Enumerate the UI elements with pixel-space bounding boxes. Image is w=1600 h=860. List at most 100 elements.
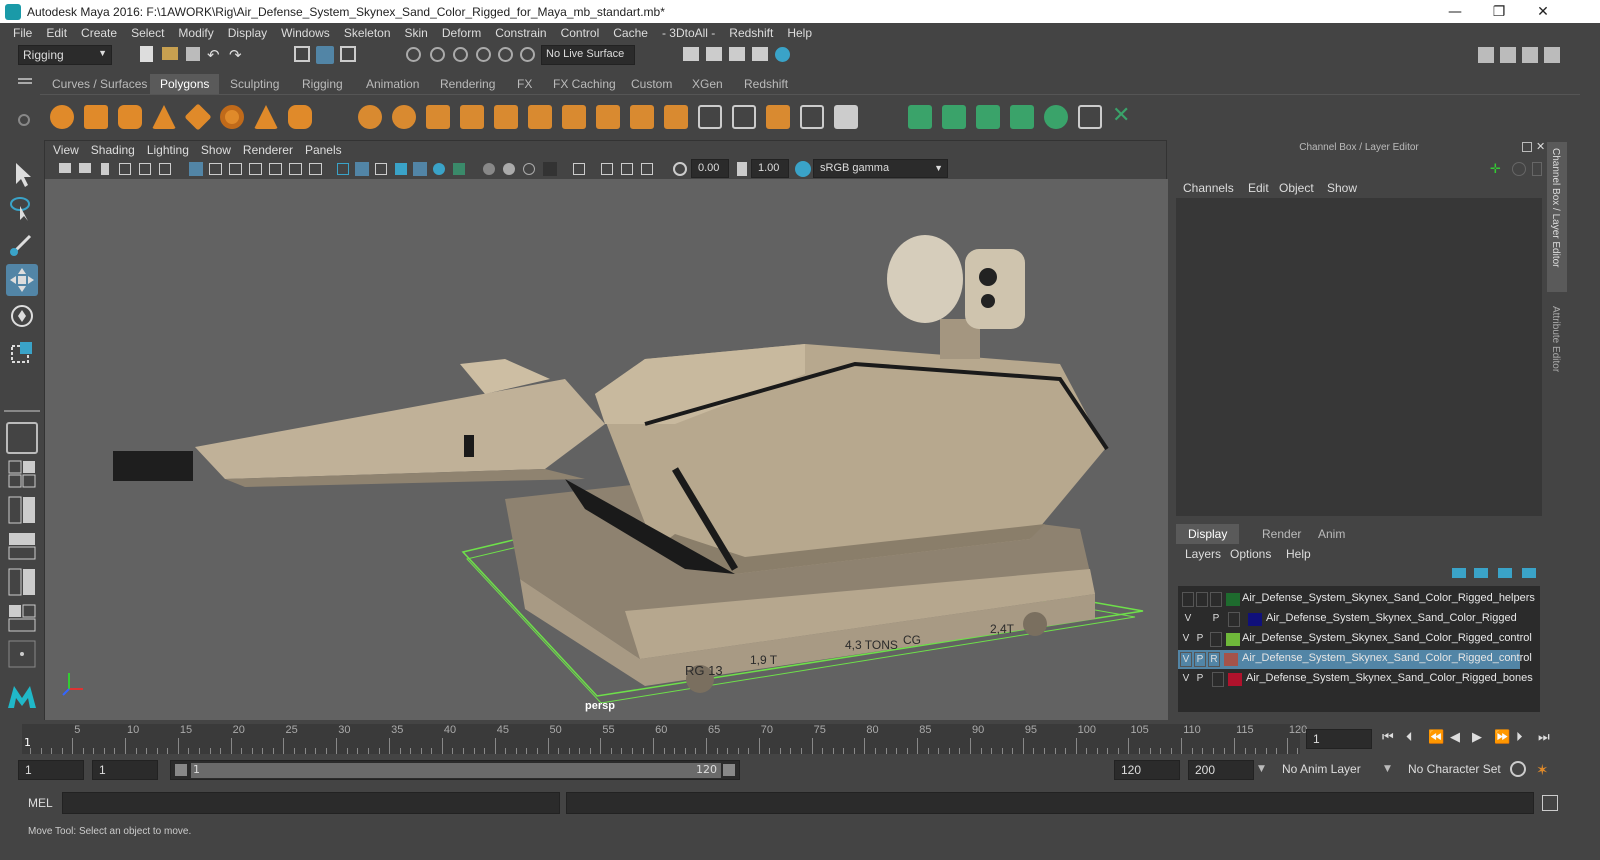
layer-color-swatch[interactable] <box>1226 593 1240 606</box>
use-all-lights-icon[interactable] <box>413 162 427 176</box>
current-frame-field[interactable]: 1 <box>1306 729 1372 749</box>
hypershade-layout-icon[interactable] <box>6 566 38 598</box>
separate-icon[interactable] <box>392 105 416 129</box>
new-layer-from-selection-icon[interactable] <box>1522 568 1536 578</box>
shelf-tab-curves[interactable]: Curves / Surfaces <box>42 74 157 94</box>
menu-redshift[interactable]: Redshift <box>722 26 780 40</box>
save-scene-icon[interactable] <box>186 47 200 61</box>
menuset-dropdown[interactable]: Rigging ▼ <box>18 45 112 65</box>
layout-menu-icon[interactable] <box>6 638 38 670</box>
textured-icon[interactable] <box>395 163 407 175</box>
range-slider[interactable]: 1 120 <box>170 760 740 780</box>
menu-3dtoall[interactable]: - 3DtoAll - <box>655 26 722 40</box>
layer-color-swatch[interactable] <box>1248 613 1262 626</box>
shelf-tab-rigging[interactable]: Rigging <box>292 74 353 94</box>
combine-icon[interactable] <box>358 105 382 129</box>
shelf-tab-redshift[interactable]: Redshift <box>734 74 798 94</box>
close-panel-icon[interactable]: ✕ <box>1536 140 1545 153</box>
layer-tab-anim[interactable]: Anim <box>1306 524 1357 544</box>
rotate-tool-icon[interactable] <box>6 300 38 332</box>
xray-components-icon[interactable] <box>621 163 633 175</box>
snap-view-plane-icon[interactable] <box>476 47 491 62</box>
go-to-start-icon[interactable]: ⏮ <box>1382 730 1394 745</box>
hud-icon[interactable] <box>641 163 653 175</box>
layer-playback-toggle[interactable]: P <box>1194 652 1206 667</box>
shelf-tab-sculpting[interactable]: Sculpting <box>220 74 289 94</box>
play-backwards-icon[interactable]: ◀ <box>1450 730 1460 745</box>
viewport-menu-shading[interactable]: Shading <box>91 143 143 157</box>
insert-edge-loop-icon[interactable] <box>732 105 756 129</box>
chevron-down-icon[interactable]: ▼ <box>1384 764 1391 774</box>
wireframe-icon[interactable] <box>337 163 349 175</box>
menu-create[interactable]: Create <box>74 26 124 40</box>
animation-end-field[interactable]: 200 <box>1188 760 1254 780</box>
ipr-render-icon[interactable] <box>729 47 745 61</box>
shelf-tab-xgen[interactable]: XGen <box>682 74 733 94</box>
layer-playback-toggle[interactable]: P <box>1194 632 1206 647</box>
snap-surface-icon[interactable] <box>520 47 535 62</box>
speed-icon[interactable] <box>1512 162 1526 176</box>
modeling-toolkit-icon[interactable] <box>1478 47 1494 63</box>
field-chart-icon[interactable] <box>269 163 282 175</box>
snap-grid-icon[interactable] <box>406 47 421 62</box>
maximize-button[interactable]: ❐ <box>1476 0 1522 23</box>
scale-tool-icon[interactable] <box>6 336 38 368</box>
manipulator-icon[interactable]: ✛ <box>1490 162 1504 177</box>
select-by-component-icon[interactable] <box>340 46 356 62</box>
viewport-menu-lighting[interactable]: Lighting <box>147 143 197 157</box>
chevron-down-icon[interactable]: ▼ <box>1258 764 1265 774</box>
shelf-tab-fx[interactable]: FX <box>507 74 542 94</box>
character-set-dropdown[interactable]: No Character Set <box>1402 760 1508 780</box>
poly-pipe-icon[interactable] <box>288 105 312 129</box>
uv-editor-icon[interactable] <box>1078 105 1102 129</box>
ambient-occlusion-icon[interactable] <box>453 163 465 175</box>
render-view-icon[interactable] <box>752 47 768 61</box>
render-frame-icon[interactable] <box>706 47 722 61</box>
layer-visibility-toggle[interactable]: V <box>1180 672 1192 687</box>
2d-pan-zoom-icon[interactable] <box>139 163 151 175</box>
image-plane-icon[interactable] <box>119 163 131 175</box>
exposure-icon[interactable] <box>673 162 687 176</box>
go-to-end-icon[interactable]: ⏭ <box>1538 730 1550 745</box>
select-tool-icon[interactable] <box>6 158 38 190</box>
uv-planar-icon[interactable] <box>908 105 932 129</box>
snap-curve-icon[interactable] <box>430 47 445 62</box>
range-slider-start-handle[interactable] <box>175 764 187 776</box>
menu-file[interactable]: File <box>6 26 39 40</box>
lasso-tool-icon[interactable] <box>6 192 38 224</box>
shelf-settings-gear-icon[interactable] <box>18 114 30 126</box>
merge-icon[interactable] <box>766 105 790 129</box>
menu-deform[interactable]: Deform <box>435 26 488 40</box>
poly-cone-icon[interactable] <box>152 105 176 129</box>
grid-toggle-icon[interactable] <box>189 162 203 176</box>
depth-of-field-icon[interactable] <box>523 163 535 175</box>
layer-playback-toggle[interactable] <box>1196 592 1208 607</box>
animation-start-field[interactable]: 1 <box>18 760 84 780</box>
layer-visibility-toggle[interactable]: V <box>1180 652 1192 667</box>
mirror-icon[interactable] <box>426 105 450 129</box>
cb-menu-show[interactable]: Show <box>1327 181 1357 195</box>
viewport-menu-renderer[interactable]: Renderer <box>243 143 301 157</box>
poly-plane-icon[interactable] <box>184 103 212 131</box>
uv-cut-icon[interactable]: ✕ <box>1112 105 1136 129</box>
menu-display[interactable]: Display <box>221 26 274 40</box>
resolution-gate-icon[interactable] <box>229 163 242 175</box>
layer-row[interactable]: V P Air_Defense_System_Skynex_Sand_Color… <box>1178 630 1540 649</box>
bookmark-icon[interactable] <box>101 163 109 175</box>
layer-menu-help[interactable]: Help <box>1286 547 1311 561</box>
extrude-icon[interactable] <box>528 105 552 129</box>
perspective-viewport[interactable]: View Shading Lighting Show Renderer Pane… <box>44 140 1168 721</box>
boolean-icon[interactable] <box>494 105 518 129</box>
menu-control[interactable]: Control <box>554 26 607 40</box>
mel-input[interactable] <box>62 792 560 814</box>
multi-cut-icon[interactable] <box>698 105 722 129</box>
poly-sphere-icon[interactable] <box>50 105 74 129</box>
menu-windows[interactable]: Windows <box>274 26 337 40</box>
timeline-ruler[interactable]: 5 10 15 20 25 30 35 40 45 50 55 60 65 70 75 80 85 90 95 100… <box>22 724 1307 754</box>
gamma-field[interactable]: 1.00 <box>751 159 789 178</box>
uv-unfold-icon[interactable] <box>1044 105 1068 129</box>
xray-icon[interactable] <box>543 162 557 176</box>
poly-cylinder-icon[interactable] <box>118 105 142 129</box>
cb-menu-object[interactable]: Object <box>1279 181 1314 195</box>
color-space-dropdown[interactable]: sRGB gamma ▼ <box>813 159 948 178</box>
